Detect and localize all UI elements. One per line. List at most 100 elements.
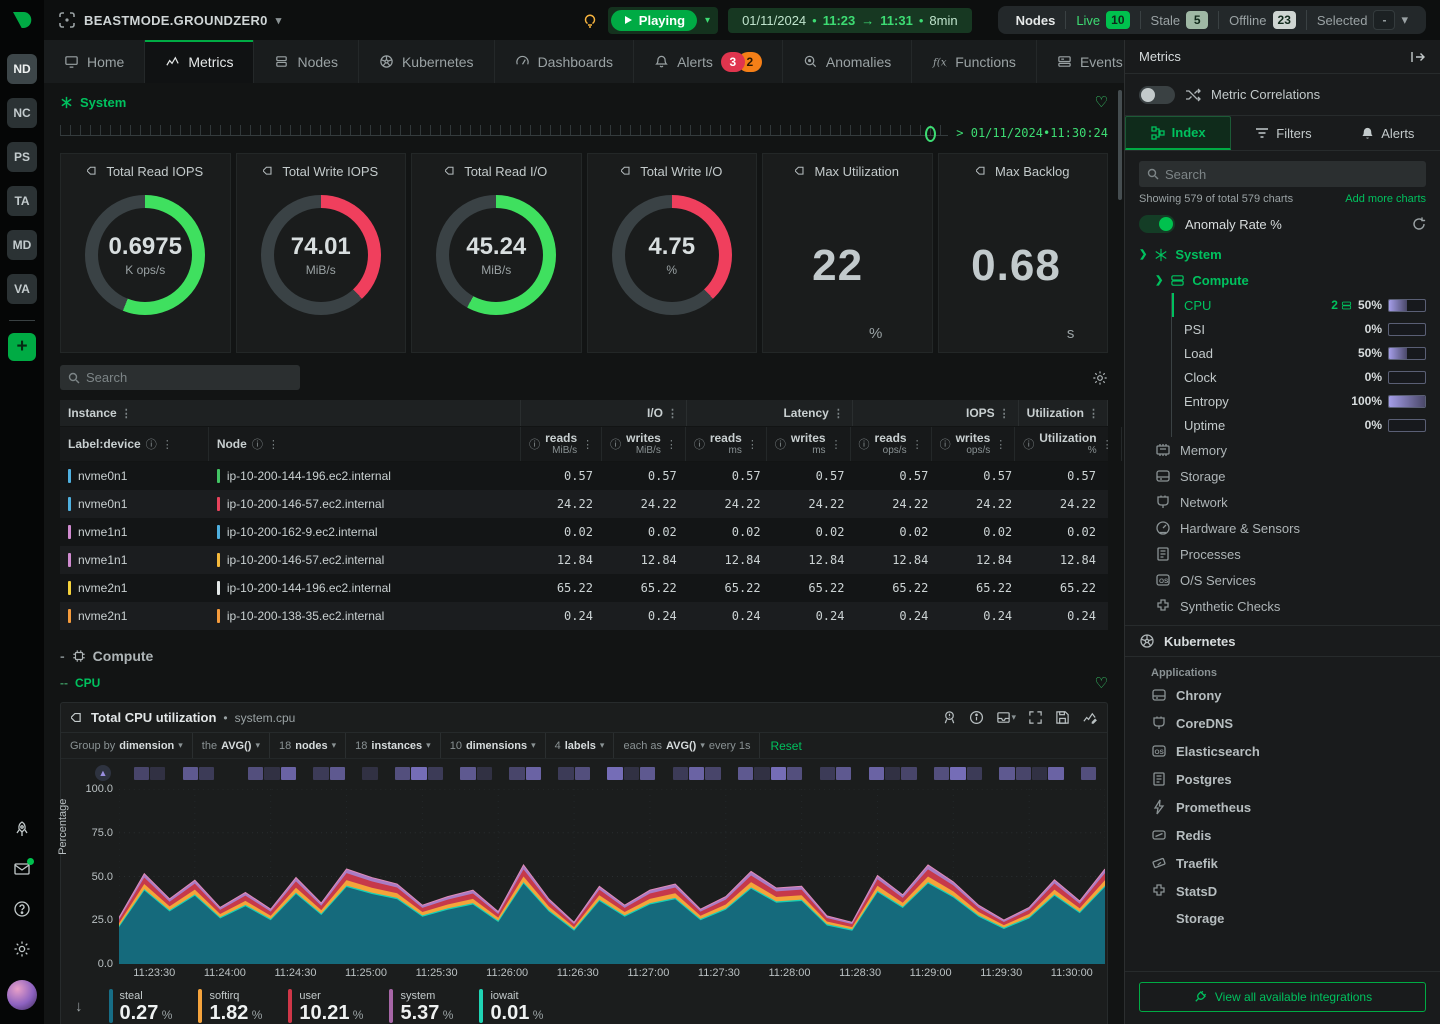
tree-item-storage[interactable]: Storage bbox=[1125, 905, 1440, 932]
tree-item-hardware-sensors[interactable]: Hardware & Sensors bbox=[1125, 515, 1440, 541]
settings-gear-icon[interactable] bbox=[13, 940, 31, 958]
info-icon[interactable]: ⓘ bbox=[1023, 436, 1034, 452]
favorite-heart-icon[interactable]: ♡ bbox=[1095, 674, 1108, 692]
gauge-card-total-write-iops[interactable]: Total Write IOPS74.01MiB/s bbox=[236, 153, 407, 353]
tab-events[interactable]: Events bbox=[1037, 40, 1124, 83]
legend-item-user[interactable]: user10.21 % bbox=[288, 989, 363, 1023]
scrubber-handle[interactable] bbox=[925, 126, 936, 142]
tab-functions[interactable]: ƒ(x)Functions bbox=[912, 40, 1037, 83]
column-header-reads-ms[interactable]: ⓘreadsms⋮ bbox=[686, 427, 767, 461]
column-header-label-device[interactable]: Label:deviceⓘ⋮ bbox=[60, 427, 209, 461]
legend-item-softirq[interactable]: softirq1.82 % bbox=[198, 989, 262, 1023]
gauge-card-total-write-i-o[interactable]: Total Write I/O4.75% bbox=[587, 153, 758, 353]
tab-alerts[interactable]: Alerts32 bbox=[634, 40, 783, 83]
legend-item-iowait[interactable]: iowait0.01 % bbox=[479, 989, 543, 1023]
chart-setting-avg[interactable]: theAVG()▾ bbox=[193, 733, 270, 758]
group-header-latency[interactable]: Latency⋮ bbox=[687, 400, 853, 426]
table-row[interactable]: nvme1n1ip-10-200-146-57.ec2.internal12.8… bbox=[60, 546, 1108, 574]
tree-item-redis[interactable]: Redis bbox=[1125, 821, 1440, 849]
sidebar-search[interactable] bbox=[1139, 161, 1426, 187]
fullscreen-icon[interactable] bbox=[1028, 710, 1043, 725]
group-header-iops[interactable]: IOPS⋮ bbox=[853, 400, 1019, 426]
nodes-indicator[interactable]: Nodes Live 10 Stale 5 Offline 23 Selecte… bbox=[998, 6, 1426, 34]
kebab-menu-icon[interactable]: ⋮ bbox=[1088, 407, 1099, 420]
tree-item-processes[interactable]: Processes bbox=[1125, 541, 1440, 567]
tree-item-synthetic-checks[interactable]: Synthetic Checks bbox=[1125, 593, 1440, 619]
date-range-picker[interactable]: 01/11/2024 • 11:23 → 11:31 • 8min bbox=[728, 8, 972, 33]
tree-item-network[interactable]: Network bbox=[1125, 489, 1440, 515]
space-item-va[interactable]: VA bbox=[7, 274, 37, 304]
anomaly-rate-toggle[interactable] bbox=[1139, 215, 1175, 233]
feedback-mail-icon[interactable] bbox=[13, 860, 31, 878]
anomaly-badge-icon[interactable] bbox=[942, 710, 957, 725]
space-item-ps[interactable]: PS bbox=[7, 142, 37, 172]
view-integrations-button[interactable]: View all available integrations bbox=[1139, 982, 1426, 1012]
tree-item-postgres[interactable]: Postgres bbox=[1125, 765, 1440, 793]
reset-button[interactable]: Reset bbox=[760, 739, 811, 753]
user-avatar[interactable] bbox=[7, 980, 37, 1010]
tree-item-system[interactable]: ❯System bbox=[1125, 241, 1440, 268]
workspace-switcher[interactable]: BEASTMODE.GROUNDZER0 ▾ bbox=[58, 11, 282, 29]
kebab-menu-icon[interactable]: ⋮ bbox=[121, 407, 132, 420]
download-icon[interactable]: ▾ bbox=[996, 710, 1016, 725]
sort-descending-icon[interactable]: ↓ bbox=[75, 998, 83, 1015]
scrollbar-thumb[interactable] bbox=[1118, 90, 1122, 200]
save-icon[interactable] bbox=[1055, 710, 1070, 725]
gauge-card-total-read-i-o[interactable]: Total Read I/O45.24MiB/s bbox=[411, 153, 582, 353]
group-header-i-o[interactable]: I/O⋮ bbox=[521, 400, 687, 426]
table-search-input[interactable] bbox=[86, 370, 292, 385]
info-icon[interactable]: ⓘ bbox=[529, 436, 540, 452]
tree-item-uptime[interactable]: Uptime0% bbox=[1172, 413, 1440, 437]
info-icon[interactable]: ⓘ bbox=[694, 436, 705, 452]
kebab-menu-icon[interactable]: ⋮ bbox=[666, 438, 677, 451]
anomaly-ribbon[interactable] bbox=[117, 767, 1097, 780]
tree-item-o-s-services[interactable]: OSO/S Services bbox=[1125, 567, 1440, 593]
kebab-menu-icon[interactable]: ⋮ bbox=[582, 438, 593, 451]
legend-item-system[interactable]: system5.37 % bbox=[389, 989, 453, 1023]
kebab-menu-icon[interactable]: ⋮ bbox=[831, 438, 842, 451]
info-icon[interactable]: ⓘ bbox=[146, 436, 157, 452]
tips-bulb-icon[interactable] bbox=[582, 12, 598, 28]
netdata-logo[interactable] bbox=[0, 0, 44, 40]
kebab-menu-icon[interactable]: ⋮ bbox=[268, 438, 279, 451]
tree-item-chrony[interactable]: Chrony bbox=[1125, 681, 1440, 709]
tab-nodes[interactable]: Nodes bbox=[254, 40, 358, 83]
column-header-writes-ops-s[interactable]: ⓘwritesops/s⋮ bbox=[932, 427, 1016, 461]
table-row[interactable]: nvme0n1ip-10-200-144-196.ec2.internal0.5… bbox=[60, 462, 1108, 490]
cpu-chart-plot[interactable] bbox=[119, 789, 1105, 964]
table-row[interactable]: nvme1n1ip-10-200-162-9.ec2.internal0.020… bbox=[60, 518, 1108, 546]
tree-item-storage[interactable]: Storage bbox=[1125, 463, 1440, 489]
tab-alerts[interactable]: Alerts bbox=[1336, 116, 1440, 150]
tree-item-coredns[interactable]: CoreDNS bbox=[1125, 709, 1440, 737]
info-icon[interactable]: ⓘ bbox=[859, 436, 870, 452]
edit-chart-icon[interactable] bbox=[1082, 710, 1097, 725]
column-header-utilization-[interactable]: ⓘUtilization%⋮ bbox=[1015, 427, 1121, 461]
kebab-menu-icon[interactable]: ⋮ bbox=[162, 438, 173, 451]
space-item-nc[interactable]: NC bbox=[7, 98, 37, 128]
tab-anomalies[interactable]: Anomalies bbox=[783, 40, 912, 83]
info-icon[interactable]: ⓘ bbox=[252, 436, 263, 452]
column-header-reads-mib-s[interactable]: ⓘreadsMiB/s⋮ bbox=[521, 427, 602, 461]
space-item-ta[interactable]: TA bbox=[7, 186, 37, 216]
metric-correlations-toggle[interactable] bbox=[1139, 86, 1175, 104]
tab-kubernetes[interactable]: Kubernetes bbox=[359, 40, 495, 83]
info-icon[interactable]: ⓘ bbox=[610, 436, 621, 452]
tree-item-entropy[interactable]: Entropy100% bbox=[1172, 389, 1440, 413]
gauge-card-max-utilization[interactable]: Max Utilization22% bbox=[762, 153, 933, 353]
gauge-card-total-read-iops[interactable]: Total Read IOPS0.6975K ops/s bbox=[60, 153, 231, 353]
chart-setting-instances[interactable]: 18instances▾ bbox=[346, 733, 441, 758]
add-more-charts-link[interactable]: Add more charts bbox=[1345, 193, 1426, 205]
legend-item-steal[interactable]: steal0.27 % bbox=[109, 989, 173, 1023]
column-header-reads-ops-s[interactable]: ⓘreadsops/s⋮ bbox=[851, 427, 932, 461]
kebab-menu-icon[interactable]: ⋮ bbox=[833, 407, 844, 420]
group-header-utilization[interactable]: Utilization⋮ bbox=[1019, 400, 1108, 426]
kebab-menu-icon[interactable]: ⋮ bbox=[912, 438, 923, 451]
column-header-writes-mib-s[interactable]: ⓘwritesMiB/s⋮ bbox=[602, 427, 686, 461]
gauge-card-max-backlog[interactable]: Max Backlog0.68s bbox=[938, 153, 1109, 353]
space-item-nd[interactable]: ND bbox=[7, 54, 37, 84]
chart-setting-nodes[interactable]: 18nodes▾ bbox=[270, 733, 346, 758]
favorite-heart-icon[interactable]: ♡ bbox=[1095, 93, 1108, 111]
whats-new-rocket-icon[interactable] bbox=[13, 820, 31, 838]
tab-filters[interactable]: Filters bbox=[1231, 116, 1335, 150]
tree-item-traefik[interactable]: Traefik bbox=[1125, 849, 1440, 877]
